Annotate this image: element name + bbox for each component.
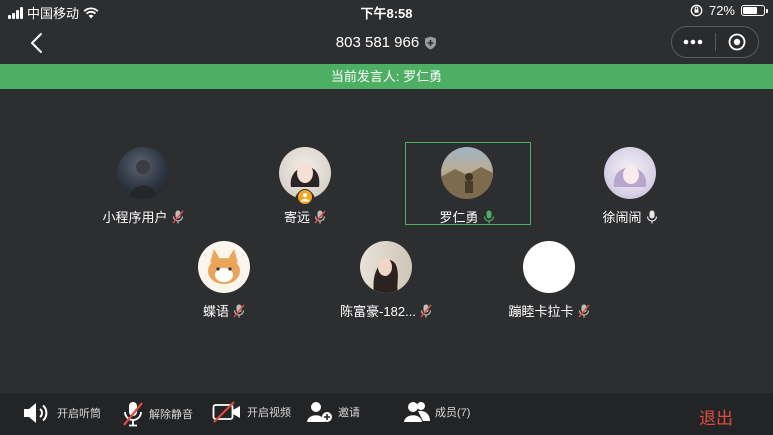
shield-icon [425,36,437,49]
orientation-lock-icon [690,4,703,17]
members-button[interactable]: 成员(7) [404,401,470,423]
mic-muted-icon [577,304,590,317]
avatar [198,241,250,293]
participant-name-row: 寄远 [235,207,375,226]
participant-name: 陈富豪-182... [340,304,416,319]
speaker-icon [24,403,48,423]
mic-muted-icon [171,210,184,223]
more-button[interactable] [672,27,715,57]
host-badge [297,189,313,205]
avatar [360,241,412,293]
participant-name: 寄远 [283,210,310,225]
exit-button[interactable]: 退出 [699,404,733,429]
invite-button[interactable]: 邀请 [307,401,360,423]
avatar [523,241,575,293]
members-label: 成员(7) [435,407,471,419]
status-bar: 中国移动 下午8:58 72% [0,0,773,22]
avatar [117,147,169,199]
speaker-toggle-label: 开启听筒 [57,408,101,420]
battery-percent: 72% [708,3,735,18]
close-program-button[interactable] [715,27,758,57]
participant-name: 蹦睦卡拉卡 [508,304,574,319]
nav-title: 803 581 966 [0,34,773,51]
nav-bar: 803 581 966 [0,22,773,64]
video-toggle-button[interactable]: 开启视频 [212,401,291,423]
user-icon [301,193,309,202]
mic-on-icon [646,210,657,223]
invite-label: 邀请 [338,407,360,419]
mic-speaking-icon [483,210,494,223]
unmute-label: 解除静音 [149,409,193,421]
participant-name: 徐闹闹 [602,210,642,225]
participant-name: 小程序用户 [102,210,168,225]
target-icon [728,33,746,51]
video-off-icon [212,401,240,423]
mic-muted-icon [314,210,326,223]
participant-name-row: 蹦睦卡拉卡 [479,301,619,320]
battery-fill [743,7,758,14]
clock: 下午8:58 [360,6,413,21]
more-dots-icon [683,39,703,45]
battery-icon [741,5,768,16]
speaker-toggle-button[interactable]: 开启听筒 [22,401,101,425]
participant-name-row: 小程序用户 [73,207,213,226]
participant-name: 蝶语 [202,304,229,319]
avatar [604,147,656,199]
mic-muted-icon [233,304,245,317]
participant-name-row: 陈富豪-182... [316,301,456,320]
status-right: 72% [690,3,768,18]
video-toggle-label: 开启视频 [247,407,291,419]
participant-name: 罗仁勇 [439,210,479,225]
mic-muted-icon [420,304,432,317]
meeting-id: 803 581 966 [335,34,420,51]
participant-name-row: 罗仁勇 [397,207,537,226]
members-icon [404,402,430,422]
avatar [441,147,493,199]
mini-program-capsule [671,26,759,58]
add-user-icon [307,402,332,422]
mic-muted-icon [123,402,143,427]
current-speaker-banner: 当前发言人: 罗仁勇 [0,64,773,89]
bottom-toolbar: 开启听筒 解除静音 开启视频 邀请 成员(7) 退出 [0,393,773,435]
participant-name-row: 蝶语 [154,301,294,320]
unmute-button[interactable]: 解除静音 [122,401,193,427]
participant-name-row: 徐闹闹 [560,207,700,226]
